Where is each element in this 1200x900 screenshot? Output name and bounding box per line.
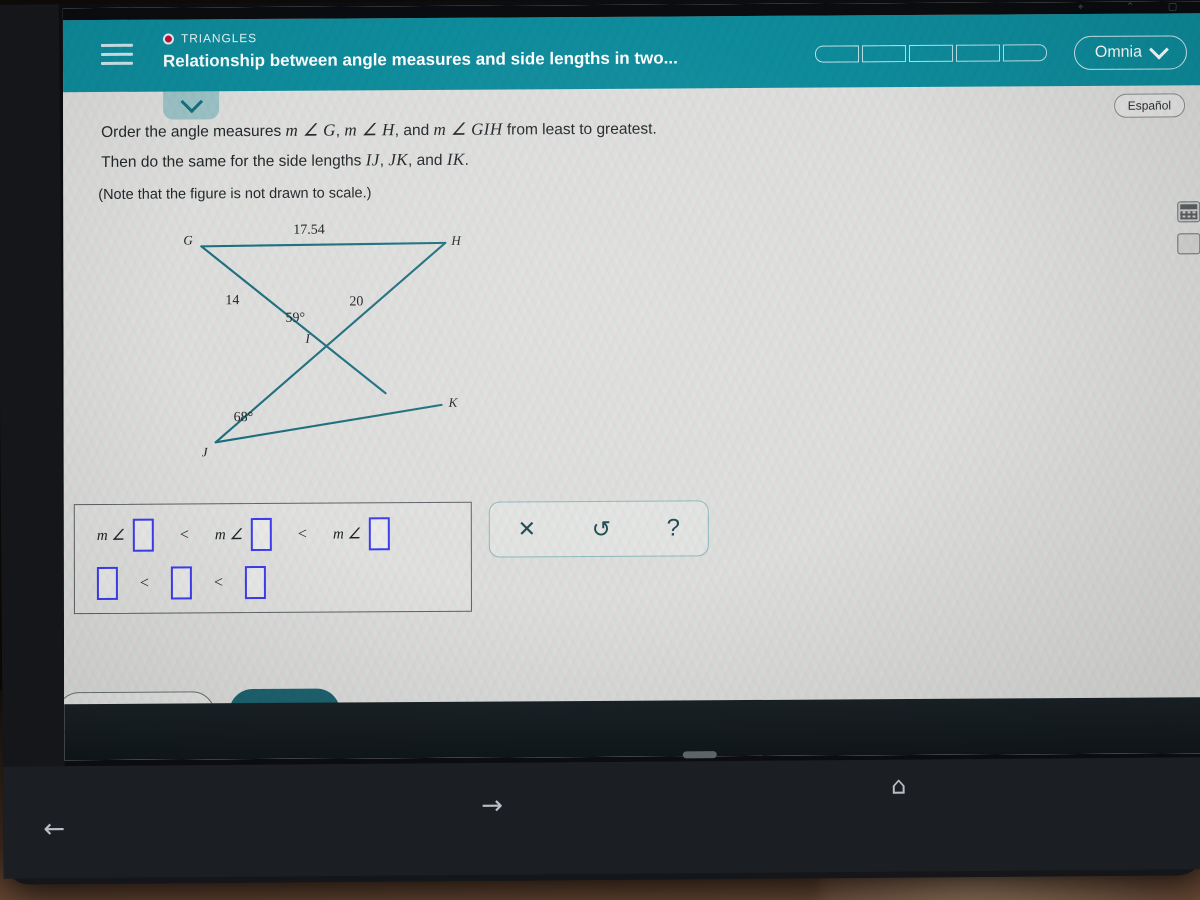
hamburger-icon[interactable] [100,43,134,68]
answer-row-sides: < < [96,565,267,601]
geometry-figure: G H I J K 17.54 14 20 59° 68° [153,214,513,457]
progress-bar [814,44,1048,63]
less-than-operator: < [139,574,149,592]
content-area: Español Order the angle measures m ∠ G, … [62,85,1200,761]
side-length-GH: 17.54 [293,223,325,238]
account-name: Omnia [1094,43,1142,61]
side-length-HI: 20 [349,294,363,309]
app-screen: ⌖ ⌃ ▢ TRIANGLES Relationship between ang… [62,1,1200,761]
answer-entry-panel: m ∠ < m ∠ < m ∠ < < [73,501,472,615]
question-text-1: Order the angle measures [101,122,286,141]
math-expr-mGIH: m ∠ GIH [433,119,503,139]
answer-row-angles: m ∠ < m ∠ < m ∠ [96,517,391,552]
question-sep-3: , [379,152,389,170]
scale-note: (Note that the figure is not drawn to sc… [98,185,372,203]
side-length-GI: 14 [225,293,239,308]
vertex-label-J: J [202,444,209,456]
math-expr-IJ: IJ [365,150,380,170]
progress-segment [814,45,860,63]
angle-prefix-2: m ∠ [214,527,243,544]
progress-segment [861,45,907,63]
footer-band [64,697,1200,761]
red-dot-icon [162,33,174,45]
math-expr-mH: m ∠ H [344,120,395,140]
undo-arrow-icon[interactable]: ↺ [592,515,611,541]
device-nav-bar: ← → ⌂ [2,757,1200,879]
calculator-icon[interactable] [1177,201,1200,223]
device-speaker [682,751,717,759]
hamburger-bar [100,43,133,47]
breadcrumb: TRIANGLES Relationship between angle mea… [162,28,678,71]
answer-input-angle-3[interactable] [368,517,391,551]
status-icon-a: ⌖ [1077,1,1084,14]
answer-input-angle-2[interactable] [250,517,272,552]
home-icon[interactable]: ⌂ [891,772,906,800]
chevron-down-icon [180,90,204,114]
question-sep-2: , and [394,121,434,140]
angle-prefix-1: m ∠ [96,527,125,545]
math-tool-palette: ✕ ↺ ? [488,500,709,558]
status-icon-b: ⌃ [1125,1,1135,13]
vertex-label-K: K [448,395,459,410]
hamburger-bar [100,52,133,56]
status-icon-c: ▢ [1167,1,1178,13]
question-text-4: . [464,151,469,169]
answer-input-side-1[interactable] [96,566,118,601]
segment-GH [200,241,447,248]
angle-measure-J: 68° [234,410,254,425]
question-prompt: Order the angle measures m ∠ G, m ∠ H, a… [101,113,801,177]
math-expr-JK: JK [388,150,409,170]
answer-input-side-2[interactable] [170,566,192,600]
less-than-operator: < [213,573,223,591]
forward-arrow-icon[interactable]: → [481,791,503,821]
language-toggle-button[interactable]: Español [1113,93,1186,118]
x-icon[interactable]: ✕ [518,516,536,541]
answer-input-side-3[interactable] [244,565,267,600]
math-expr-IK: IK [446,149,465,169]
less-than-operator: < [297,525,307,543]
less-than-operator: < [179,525,189,543]
vertex-label-I: I [304,331,310,346]
hamburger-bar [101,61,134,65]
progress-segment [955,44,1001,62]
topic-label: TRIANGLES [180,31,258,46]
question-text-3: Then do the same for the side lengths [101,152,366,171]
progress-segment [1002,44,1048,62]
back-arrow-icon[interactable]: ← [43,814,65,844]
app-header: TRIANGLES Relationship between angle mea… [62,13,1200,93]
vertex-label-G: G [183,232,193,247]
photo-environment: ⌖ ⌃ ▢ TRIANGLES Relationship between ang… [0,0,1200,900]
question-mark-icon[interactable]: ? [667,514,680,541]
angle-measure-GIH: 59° [285,311,305,326]
question-text-2: from least to greatest. [502,120,657,139]
vertex-label-H: H [450,233,461,248]
tablet-device: ⌖ ⌃ ▢ TRIANGLES Relationship between ang… [0,0,1200,885]
chevron-down-icon [1149,39,1169,60]
angle-prefix-3: m ∠ [332,526,361,543]
question-sep-4: , and [408,151,447,170]
reference-sheet-icon[interactable] [1177,233,1200,255]
account-menu-button[interactable]: Omnia [1073,35,1188,71]
progress-segment [908,44,954,63]
page-title: Relationship between angle measures and … [162,48,678,71]
math-expr-mG: m ∠ G [285,120,336,140]
answer-input-angle-1[interactable] [132,518,154,552]
